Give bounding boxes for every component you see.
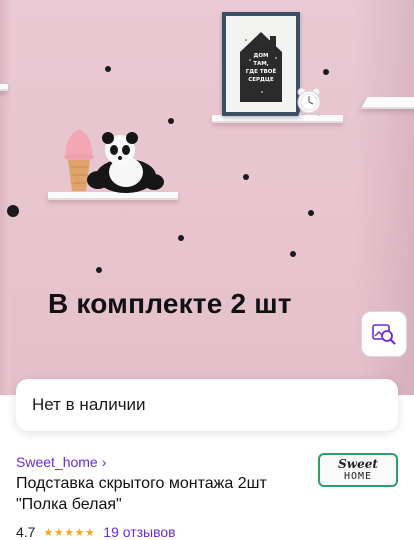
avito-watermark: Avito <box>312 504 393 530</box>
wall-edge <box>0 0 10 395</box>
wall-poster: ДОМ ТАМ, ГДЕ ТВОЁ СЕРДЦЕ <box>222 12 300 116</box>
wall-dot <box>290 251 296 257</box>
alarm-clock <box>297 87 321 116</box>
image-search-icon <box>372 324 396 345</box>
product-photo[interactable]: ДОМ ТАМ, ГДЕ ТВОЁ СЕРДЦЕ В комплекте 2 ш… <box>0 0 414 395</box>
logo-text-top: Sweet <box>338 457 378 471</box>
wall-dot <box>96 267 102 273</box>
chevron-right-icon: › <box>101 454 107 470</box>
shelf-top <box>212 115 343 123</box>
stock-status-text: Нет в наличии <box>32 395 146 414</box>
poster-text: ДОМ ТАМ, ГДЕ ТВОЁ СЕРДЦЕ <box>245 53 277 83</box>
reviews-link[interactable]: 19 отзывов <box>103 524 175 540</box>
wall-dot <box>308 210 314 216</box>
panda-plush <box>87 132 164 193</box>
wall-dot <box>168 118 174 124</box>
star-icon: ★★★★★ <box>43 526 96 539</box>
wall-dot <box>105 66 111 72</box>
watermark-text: Avito <box>339 504 394 529</box>
avito-logo-icon <box>312 505 336 529</box>
wall-dot <box>7 205 19 217</box>
rating-value: 4.7 <box>16 524 36 540</box>
wall-dot <box>243 174 249 180</box>
stock-status-banner: Нет в наличии <box>16 379 398 431</box>
logo-text-bottom: HOME <box>343 471 373 482</box>
shelf-right-edge <box>0 84 8 91</box>
image-search-button[interactable] <box>361 311 407 357</box>
seller-link[interactable]: Sweet_home › <box>16 454 106 470</box>
rating-row[interactable]: 4.7 ★★★★★ 19 отзывов <box>16 524 176 540</box>
seller-logo[interactable]: Sweet HOME <box>318 453 398 487</box>
image-caption: В комплекте 2 шт <box>48 288 292 319</box>
wall-dot <box>178 235 184 241</box>
shelf-far-right <box>360 97 414 109</box>
seller-name: Sweet_home <box>16 454 98 470</box>
wall-dot <box>323 69 329 75</box>
listing-title[interactable]: Подставка скрытого монтажа 2шт "Полка бе… <box>16 473 301 515</box>
